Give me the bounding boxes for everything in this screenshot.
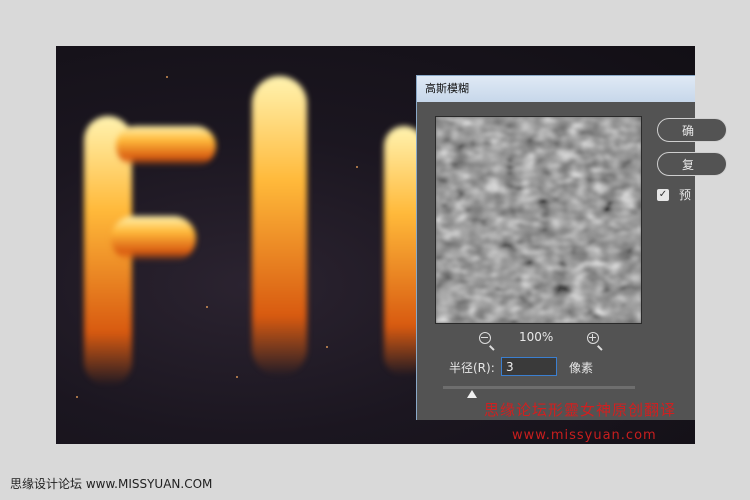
ok-button[interactable]: 确 bbox=[657, 118, 727, 142]
zoom-out-icon[interactable] bbox=[479, 332, 491, 344]
watermark-url: www.missyuan.com bbox=[512, 428, 657, 443]
dialog-title[interactable]: 高斯模糊 bbox=[417, 76, 695, 102]
watermark-text: 思缘论坛形靈女神原创翻译 bbox=[484, 401, 677, 419]
fire-letter-f-top bbox=[116, 126, 216, 166]
unit-label: 像素 bbox=[569, 361, 594, 375]
radius-slider-thumb[interactable] bbox=[466, 390, 477, 398]
preview-label: 预 bbox=[679, 188, 692, 202]
zoom-controls: 100% bbox=[435, 330, 640, 350]
spark bbox=[326, 346, 328, 348]
fire-letter-i bbox=[252, 76, 307, 376]
spark bbox=[356, 166, 358, 168]
radius-label: 半径(R): bbox=[449, 361, 495, 375]
zoom-level: 100% bbox=[519, 330, 554, 344]
radius-slider-track[interactable] bbox=[443, 386, 635, 389]
gaussian-blur-dialog: 高斯模糊 确 复 ✓ 预 100% 半径(R): 3 像素 bbox=[416, 75, 727, 420]
zoom-in-icon[interactable] bbox=[587, 332, 599, 344]
fire-letter-f-mid bbox=[111, 216, 196, 261]
footer-credit: 思缘设计论坛 www.MISSYUAN.COM bbox=[10, 477, 213, 491]
radius-input[interactable]: 3 bbox=[501, 357, 557, 376]
spark bbox=[236, 376, 238, 378]
noise-preview-image bbox=[436, 117, 641, 323]
spark bbox=[76, 396, 78, 398]
spark bbox=[166, 76, 168, 78]
preview-checkbox[interactable]: ✓ bbox=[657, 189, 669, 201]
blur-preview[interactable] bbox=[435, 116, 642, 324]
spark bbox=[206, 306, 208, 308]
reset-button[interactable]: 复 bbox=[657, 152, 727, 176]
